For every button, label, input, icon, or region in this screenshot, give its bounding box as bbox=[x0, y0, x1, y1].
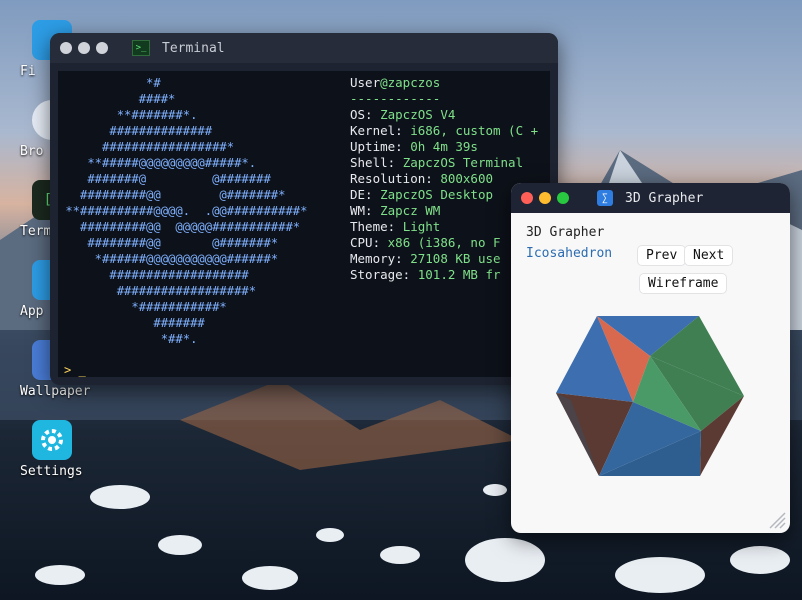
desktop-icon-label: Wallpaper bbox=[20, 384, 91, 399]
user-host: User@zapczos bbox=[350, 75, 550, 91]
close-button[interactable] bbox=[60, 42, 72, 54]
info-key: Theme: bbox=[350, 219, 396, 234]
info-key: Resolution: bbox=[350, 171, 433, 186]
minimize-button[interactable] bbox=[78, 42, 90, 54]
window-title: Terminal bbox=[162, 40, 225, 56]
info-key: Memory: bbox=[350, 251, 403, 266]
terminal-app-icon: >_ bbox=[132, 40, 150, 56]
ascii-logo: *# ####* **#######*. ############## ####… bbox=[65, 76, 308, 346]
info-value: ZapczOS Terminal bbox=[402, 155, 524, 170]
info-value: 800x600 bbox=[440, 171, 494, 186]
info-key: DE: bbox=[350, 187, 373, 202]
info-row: Kernel: i686, custom (C + bbox=[350, 123, 550, 139]
info-value: 27108 KB use bbox=[410, 251, 501, 266]
info-key: WM: bbox=[350, 203, 373, 218]
info-value: i686, custom (C + bbox=[410, 123, 539, 138]
info-key: Shell: bbox=[350, 155, 396, 170]
info-key: OS: bbox=[350, 107, 373, 122]
terminal-body[interactable]: *# ####* **#######*. ############## ####… bbox=[58, 71, 550, 377]
shape-name: Icosahedron bbox=[526, 246, 613, 261]
info-value: ZapczOS V4 bbox=[380, 107, 456, 122]
minimize-button[interactable] bbox=[539, 192, 551, 204]
separator: ------------ bbox=[350, 91, 441, 106]
icosahedron-render[interactable] bbox=[551, 308, 751, 478]
grapher-app-icon: ∑ bbox=[597, 190, 613, 206]
info-row: Shell: ZapczOS Terminal bbox=[350, 155, 550, 171]
resize-handle-icon[interactable] bbox=[766, 509, 786, 529]
hostname: @zapczos bbox=[380, 75, 441, 90]
info-value: 101.2 MB fr bbox=[417, 267, 501, 282]
grapher-heading: 3D Grapher bbox=[526, 225, 605, 240]
terminal-window[interactable]: >_ Terminal *# ####* **#######*. #######… bbox=[50, 33, 558, 385]
username: User bbox=[350, 75, 381, 90]
terminal-titlebar[interactable]: >_ Terminal bbox=[50, 33, 558, 63]
info-row: OS: ZapczOS V4 bbox=[350, 107, 550, 123]
close-button[interactable] bbox=[521, 192, 533, 204]
info-value: 0h 4m 39s bbox=[410, 139, 478, 154]
window-title: 3D Grapher bbox=[625, 190, 704, 206]
command-prompt[interactable]: > _ bbox=[64, 363, 86, 377]
info-value: ZapczOS Desktop bbox=[380, 187, 493, 202]
wireframe-button[interactable]: Wireframe bbox=[640, 274, 727, 293]
info-key: Storage: bbox=[350, 267, 411, 282]
grapher-titlebar[interactable]: ∑ 3D Grapher bbox=[511, 183, 790, 213]
prev-button[interactable]: Prev bbox=[638, 246, 686, 265]
desktop-icon-settings[interactable]: Settings bbox=[20, 420, 90, 479]
info-row: Uptime: 0h 4m 39s bbox=[350, 139, 550, 155]
desktop-icon-label: Settings bbox=[20, 464, 83, 479]
info-key: Kernel: bbox=[350, 123, 403, 138]
info-value: Light bbox=[402, 219, 441, 234]
next-button[interactable]: Next bbox=[685, 246, 733, 265]
info-key: Uptime: bbox=[350, 139, 403, 154]
gear-icon bbox=[32, 420, 72, 460]
grapher-window[interactable]: ∑ 3D Grapher 3D Grapher Icosahedron Prev… bbox=[511, 183, 790, 533]
info-key: CPU: bbox=[350, 235, 381, 250]
maximize-button[interactable] bbox=[557, 192, 569, 204]
maximize-button[interactable] bbox=[96, 42, 108, 54]
info-value: x86 (i386, no F bbox=[387, 235, 501, 250]
info-value: Zapcz WM bbox=[380, 203, 441, 218]
